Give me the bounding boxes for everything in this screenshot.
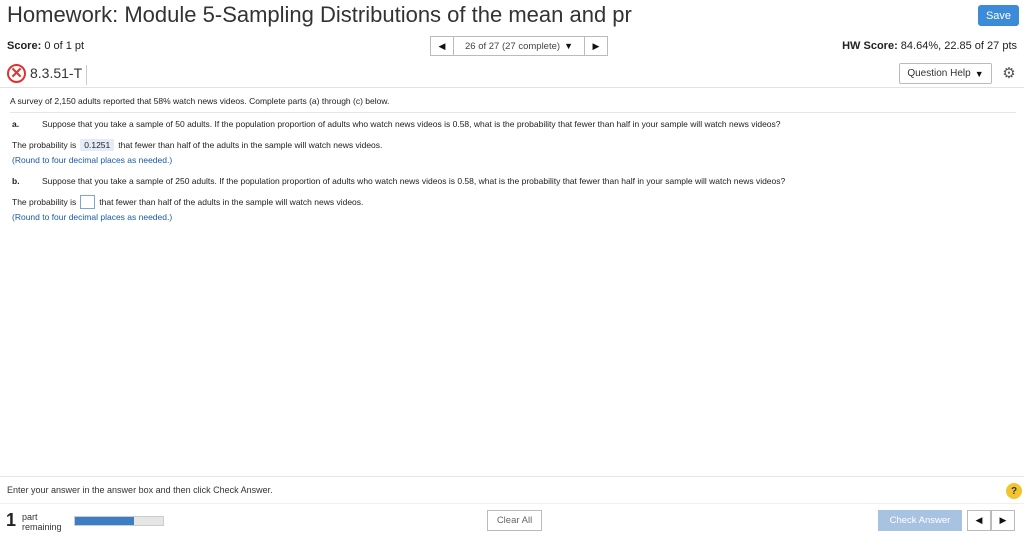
bottom-navigator: ◀ ▶: [967, 510, 1015, 531]
question-position: 26 of 27 (27 complete): [465, 40, 561, 52]
question-help-button[interactable]: Question Help ▼: [899, 63, 992, 84]
part-a-text: Suppose that you take a sample of 50 adu…: [42, 119, 781, 129]
progress-bar: [74, 516, 164, 526]
question-id: 8.3.51-T: [30, 65, 88, 85]
hw-score-label: HW Score:: [842, 40, 898, 52]
caret-down-icon: ▼: [974, 68, 984, 79]
parts-label-line2: remaining: [22, 522, 62, 532]
part-a-answer-line: The probability is 0.1251 that fewer tha…: [12, 139, 382, 151]
part-a-answer-box[interactable]: 0.1251: [80, 139, 115, 151]
answer-suffix: that fewer than half of the adults in th…: [118, 140, 383, 150]
question-score: Score: 0 of 1 pt: [7, 40, 84, 52]
part-a-label: a.: [12, 119, 20, 129]
score-row: Score: 0 of 1 pt ◀ 26 of 27 (27 complete…: [0, 34, 1024, 58]
incorrect-icon: ✕: [7, 64, 26, 83]
footer-instruction: Enter your answer in the answer box and …: [7, 485, 273, 495]
score-value: 0 of 1 pt: [44, 40, 85, 52]
divider: [10, 112, 1016, 113]
hw-score: HW Score: 84.64%, 22.85 of 27 pts: [842, 40, 1017, 52]
question-header: ✕ 8.3.51-T Question Help ▼ ⚙: [0, 60, 1024, 88]
part-b-answer-line: The probability is that fewer than half …: [12, 195, 363, 209]
next-button[interactable]: ▶: [991, 510, 1015, 531]
save-button[interactable]: Save: [978, 5, 1019, 26]
answer-prefix: The probability is: [12, 140, 77, 150]
parts-label-line1: part: [22, 512, 38, 522]
answer-suffix: that fewer than half of the adults in th…: [99, 197, 364, 207]
hw-score-value: 84.64%, 22.85 of 27 pts: [900, 40, 1017, 52]
page-title: Homework: Module 5-Sampling Distribution…: [7, 2, 632, 27]
help-icon[interactable]: ?: [1006, 483, 1022, 499]
parts-remaining-count: 1: [6, 510, 17, 530]
next-question-button[interactable]: ▶: [584, 36, 608, 56]
question-select-dropdown[interactable]: 26 of 27 (27 complete) ▼: [454, 36, 584, 56]
question-intro: A survey of 2,150 adults reported that 5…: [10, 96, 390, 106]
parts-remaining-label: part remaining: [22, 512, 72, 532]
part-b-hint: (Round to four decimal places as needed.…: [12, 212, 173, 222]
chevron-right-icon: ▶: [999, 515, 1007, 525]
prev-question-button[interactable]: ◀: [430, 36, 454, 56]
score-label: Score:: [7, 40, 42, 52]
gear-icon[interactable]: ⚙: [998, 62, 1020, 84]
part-b-text: Suppose that you take a sample of 250 ad…: [42, 176, 786, 186]
part-b-answer-input[interactable]: [80, 195, 96, 209]
part-b-label: b.: [12, 176, 20, 186]
question-navigator: ◀ 26 of 27 (27 complete) ▼ ▶: [430, 36, 608, 56]
part-a-hint: (Round to four decimal places as needed.…: [12, 155, 173, 165]
answer-prefix: The probability is: [12, 197, 77, 207]
progress-fill: [75, 517, 134, 525]
check-answer-button[interactable]: Check Answer: [878, 510, 962, 531]
footer-divider: [0, 503, 1024, 504]
chevron-left-icon: ◀: [975, 515, 983, 525]
chevron-left-icon: ◀: [438, 40, 446, 51]
footer-divider: [0, 476, 1024, 477]
caret-down-icon: ▼: [564, 41, 573, 51]
chevron-right-icon: ▶: [592, 40, 600, 51]
clear-all-button[interactable]: Clear All: [487, 510, 542, 531]
prev-button[interactable]: ◀: [967, 510, 991, 531]
title-bar: Homework: Module 5-Sampling Distribution…: [0, 0, 1024, 32]
question-help-label: Question Help: [907, 68, 971, 79]
